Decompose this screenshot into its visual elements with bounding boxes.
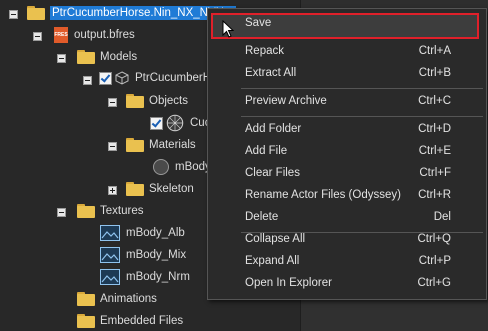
mesh-icon (166, 114, 184, 132)
menu-item-shortcut: Ctrl+R (418, 189, 451, 201)
menu-item-label: Collapse All (245, 233, 306, 245)
menu-item-rename-actor-files[interactable]: Rename Actor Files (Odyssey) Ctrl+R (208, 185, 486, 207)
image-texture-icon (100, 225, 120, 241)
collapse-toggle-root[interactable] (9, 10, 18, 19)
collapse-toggle-materials[interactable] (108, 142, 117, 151)
mouse-cursor-icon (222, 20, 234, 38)
menu-item-label: Open In Explorer (245, 277, 332, 289)
tree-node-objects[interactable]: Objects (126, 91, 188, 111)
menu-item-label: Rename Actor Files (Odyssey) (245, 189, 401, 201)
tree-node-embedded-files[interactable]: Embedded Files (77, 311, 183, 331)
tree-node-material[interactable]: mBody (153, 157, 211, 177)
model-cube-icon (115, 71, 129, 85)
image-texture-icon (100, 269, 120, 285)
bfres-file-icon: FRES (54, 27, 68, 43)
menu-item-delete[interactable]: Delete Del (208, 207, 486, 229)
menu-item-label: Clear Files (245, 167, 300, 179)
menu-item-label: Preview Archive (245, 95, 327, 107)
menu-item-label: Add File (245, 145, 288, 157)
tree-label-textures[interactable]: Textures (100, 205, 143, 217)
menu-item-shortcut: Ctrl+P (418, 255, 451, 267)
menu-item-label: Add Folder (245, 123, 302, 135)
folder-icon (77, 50, 95, 64)
menu-item-shortcut: Ctrl+E (418, 145, 451, 157)
tree-node-animations[interactable]: Animations (77, 289, 157, 309)
menu-item-shortcut: Ctrl+G (417, 277, 451, 289)
tree-label-texture-nrm[interactable]: mBody_Nrm (126, 271, 190, 283)
tree-label-texture-mix[interactable]: mBody_Mix (126, 249, 186, 261)
menu-item-shortcut: Ctrl+Q (417, 233, 451, 245)
menu-item-shortcut: Del (433, 211, 451, 223)
tree-label-model[interactable]: PtrCucumberHo (135, 72, 217, 84)
context-menu: Save Repack Ctrl+A Extract All Ctrl+B Pr… (207, 8, 487, 300)
visibility-checkbox[interactable] (99, 71, 112, 85)
image-texture-icon (100, 247, 120, 263)
folder-icon (77, 314, 95, 328)
tree-label-output[interactable]: output.bfres (74, 29, 135, 41)
menu-item-label: Expand All (245, 255, 300, 267)
tree-node-object[interactable]: Cuc (150, 113, 210, 133)
folder-icon (126, 182, 144, 196)
tree-node-skeleton[interactable]: Skeleton (126, 179, 194, 199)
expand-toggle-skeleton[interactable] (108, 186, 117, 195)
menu-item-shortcut: Ctrl+D (418, 123, 451, 135)
collapse-toggle-model[interactable] (83, 76, 92, 85)
menu-item-label: Repack (245, 45, 284, 57)
visibility-checkbox[interactable] (150, 116, 163, 130)
folder-icon (126, 138, 144, 152)
menu-separator (241, 116, 483, 117)
menu-item-collapse-all[interactable]: Collapse All Ctrl+Q (208, 229, 486, 251)
tree-label-models[interactable]: Models (100, 51, 137, 63)
tree-node-output-bfres[interactable]: FRES output.bfres (54, 25, 135, 45)
menu-item-add-folder[interactable]: Add Folder Ctrl+D (208, 119, 486, 141)
tree-label-texture-alb[interactable]: mBody_Alb (126, 227, 185, 239)
tree-label-material[interactable]: mBody (175, 161, 211, 173)
collapse-toggle-models[interactable] (57, 54, 66, 63)
material-sphere-icon (153, 159, 169, 175)
menu-item-label: Extract All (245, 67, 297, 79)
folder-icon (77, 292, 95, 306)
menu-item-extract-all[interactable]: Extract All Ctrl+B (208, 63, 486, 85)
menu-item-clear-files[interactable]: Clear Files Ctrl+F (208, 163, 486, 185)
tree-node-texture-alb[interactable]: mBody_Alb (100, 223, 185, 243)
tree-node-texture-nrm[interactable]: mBody_Nrm (100, 267, 190, 287)
folder-icon (77, 204, 95, 218)
tree-label-animations[interactable]: Animations (100, 293, 157, 305)
menu-item-preview-archive[interactable]: Preview Archive Ctrl+C (208, 91, 486, 113)
menu-item-label: Save (245, 17, 272, 29)
collapse-toggle-objects[interactable] (108, 98, 117, 107)
tree-label-skeleton[interactable]: Skeleton (149, 183, 194, 195)
menu-item-shortcut: Ctrl+C (418, 95, 451, 107)
tree-node-texture-mix[interactable]: mBody_Mix (100, 245, 186, 265)
menu-separator (241, 88, 483, 89)
tree-node-textures[interactable]: Textures (77, 201, 143, 221)
menu-item-shortcut: Ctrl+A (418, 45, 451, 57)
menu-item-shortcut: Ctrl+B (418, 67, 451, 79)
menu-item-add-file[interactable]: Add File Ctrl+E (208, 141, 486, 163)
tree-node-materials[interactable]: Materials (126, 135, 196, 155)
menu-item-save[interactable]: Save (208, 13, 486, 35)
collapse-toggle-textures[interactable] (57, 208, 66, 217)
tree-node-model[interactable]: PtrCucumberHo (99, 68, 217, 88)
menu-item-label: Delete (245, 211, 279, 223)
tree-label-materials[interactable]: Materials (149, 139, 196, 151)
menu-item-shortcut: Ctrl+F (419, 167, 451, 179)
tree-node-models[interactable]: Models (77, 47, 137, 67)
tree-label-objects[interactable]: Objects (149, 95, 188, 107)
menu-item-open-in-explorer[interactable]: Open In Explorer Ctrl+G (208, 273, 486, 295)
menu-item-repack[interactable]: Repack Ctrl+A (208, 41, 486, 63)
tree-label-embedded[interactable]: Embedded Files (100, 315, 183, 327)
folder-icon (126, 94, 144, 108)
folder-icon (27, 6, 45, 20)
collapse-toggle-output[interactable] (33, 32, 42, 41)
menu-item-expand-all[interactable]: Expand All Ctrl+P (208, 251, 486, 273)
tree-node-root[interactable]: PtrCucumberHorse.Nin_NX_NVN... (27, 3, 236, 23)
